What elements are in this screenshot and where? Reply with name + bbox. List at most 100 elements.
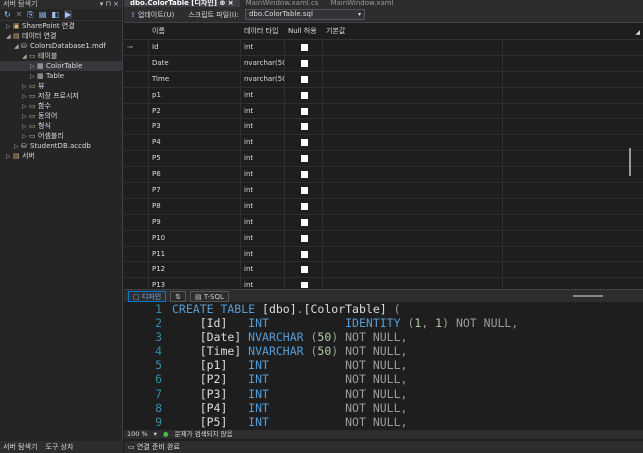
default-value-cell[interactable] <box>323 198 503 214</box>
column-name-cell[interactable]: P10 <box>149 230 241 246</box>
sharepoint-connect-icon[interactable]: ◧ <box>51 10 59 19</box>
allow-null-checkbox[interactable] <box>301 218 308 226</box>
table-row[interactable]: P6 int <box>124 167 643 184</box>
tab-toolbox[interactable]: 도구 상자 <box>45 441 73 453</box>
default-value-cell[interactable] <box>323 278 503 288</box>
default-value-cell[interactable] <box>323 40 503 55</box>
table-row[interactable]: P13 int <box>124 278 643 288</box>
tab-tsql[interactable]: ▤ T-SQL <box>190 290 229 302</box>
data-type-cell[interactable]: int <box>241 87 285 103</box>
table-row[interactable]: P12 int <box>124 262 643 279</box>
table-row[interactable]: P11 int <box>124 246 643 263</box>
table-row[interactable]: P8 int <box>124 198 643 215</box>
default-value-cell[interactable] <box>323 87 503 103</box>
tree-item[interactable]: ◢ ⛁ ColorsDatabase1.mdf <box>0 41 122 51</box>
collapse-arrow-icon[interactable]: ◢ <box>635 29 640 36</box>
default-value-cell[interactable] <box>323 71 503 87</box>
tree-item[interactable]: ◢ ▭ 테이블 <box>0 51 122 61</box>
data-type-cell[interactable]: int <box>241 151 285 167</box>
data-type-cell[interactable]: int <box>241 246 285 262</box>
table-row[interactable]: P3 int <box>124 119 643 136</box>
column-name-cell[interactable]: P11 <box>149 246 241 262</box>
default-value-cell[interactable] <box>323 262 503 278</box>
allow-null-checkbox[interactable] <box>301 107 308 115</box>
allow-null-checkbox[interactable] <box>301 202 308 210</box>
panel-window-controls[interactable]: ▾ ⊓ × <box>100 0 122 9</box>
tree-item[interactable]: ▷ ⛁ StudentDB.accdb <box>0 141 122 151</box>
allow-null-checkbox[interactable] <box>301 139 308 147</box>
data-type-cell[interactable]: int <box>241 167 285 183</box>
allow-null-checkbox[interactable] <box>301 75 308 83</box>
data-type-cell[interactable]: nvarchar(50) <box>241 71 285 87</box>
connect-server-icon[interactable]: ▤ <box>39 10 47 19</box>
table-row[interactable]: P7 int <box>124 183 643 199</box>
tree-item[interactable]: ▷ ▦ ColorTable <box>0 61 122 71</box>
column-name-cell[interactable]: P3 <box>149 119 241 135</box>
table-row[interactable]: P4 int <box>124 135 643 152</box>
grid-scrollbar[interactable] <box>629 148 631 176</box>
tab-server-explorer[interactable]: 서버 탐색기 <box>3 441 37 453</box>
allow-null-checkbox[interactable] <box>301 123 308 131</box>
default-value-cell[interactable] <box>323 183 503 198</box>
data-type-cell[interactable]: int <box>241 183 285 198</box>
default-value-cell[interactable] <box>323 119 503 135</box>
column-name-cell[interactable]: P5 <box>149 151 241 167</box>
data-type-cell[interactable]: int <box>241 40 285 55</box>
table-row[interactable]: P2 int <box>124 103 643 120</box>
document-tab[interactable]: dbo.ColorTable [디자인] ⊕ × <box>124 0 240 7</box>
tree-item[interactable]: ▷ ▦ Table <box>0 71 122 81</box>
column-name-cell[interactable]: Date <box>149 55 241 71</box>
column-name-cell[interactable]: P13 <box>149 278 241 288</box>
stop-icon[interactable]: ✕ <box>16 10 23 19</box>
data-type-cell[interactable]: nvarchar(50) <box>241 55 285 71</box>
allow-null-checkbox[interactable] <box>301 187 308 195</box>
tree-item[interactable]: ▷ ▭ 어셈블리 <box>0 131 122 141</box>
column-name-cell[interactable]: P4 <box>149 135 241 151</box>
column-name-cell[interactable]: P7 <box>149 183 241 198</box>
column-name-cell[interactable]: p1 <box>149 87 241 103</box>
data-type-cell[interactable]: int <box>241 198 285 214</box>
document-tab[interactable]: MainWindow.xaml.cs <box>240 0 325 7</box>
default-value-cell[interactable] <box>323 151 503 167</box>
table-row[interactable]: Date nvarchar(50) <box>124 55 643 72</box>
allow-null-checkbox[interactable] <box>301 155 308 163</box>
document-tab[interactable]: MainWindow.xaml <box>324 0 399 7</box>
default-value-cell[interactable] <box>323 230 503 246</box>
allow-null-checkbox[interactable] <box>301 282 308 288</box>
data-type-cell[interactable]: int <box>241 278 285 288</box>
tsql-editor[interactable]: 1 CREATE TABLE [dbo]. [ColorTable] (2 [Id]… <box>124 302 643 430</box>
allow-null-checkbox[interactable] <box>301 44 308 51</box>
default-value-cell[interactable] <box>323 167 503 183</box>
table-row[interactable]: P9 int <box>124 214 643 231</box>
tree-item[interactable]: ▷ ▭ 형식 <box>0 121 122 131</box>
chevron-down-icon[interactable]: ▾ <box>154 430 157 439</box>
default-value-cell[interactable] <box>323 246 503 262</box>
data-type-cell[interactable]: int <box>241 230 285 246</box>
update-button[interactable]: ⇧ 업데이트(U) <box>130 10 174 20</box>
tree-item[interactable]: ▷ ▭ 뷰 <box>0 81 122 91</box>
column-name-cell[interactable]: Id <box>149 40 241 55</box>
refresh-icon[interactable]: ↻ <box>4 10 11 19</box>
allow-null-checkbox[interactable] <box>301 171 308 179</box>
data-type-cell[interactable]: int <box>241 119 285 135</box>
tree-item[interactable]: ▷ ▤ 서버 <box>0 151 122 161</box>
allow-null-checkbox[interactable] <box>301 250 308 258</box>
column-name-cell[interactable]: P6 <box>149 167 241 183</box>
zoom-level[interactable]: 100 % <box>127 430 148 439</box>
table-row[interactable]: Time nvarchar(50) <box>124 71 643 88</box>
allow-null-checkbox[interactable] <box>301 234 308 242</box>
connect-database-icon[interactable]: ⎘ <box>27 10 33 20</box>
table-row[interactable]: P5 int <box>124 151 643 168</box>
column-name-cell[interactable]: P9 <box>149 214 241 230</box>
expand-arrow-icon[interactable]: ▷ <box>6 152 13 162</box>
default-value-cell[interactable] <box>323 135 503 151</box>
properties-icon[interactable]: ▶ <box>63 10 73 19</box>
tree-item[interactable]: ▷ ▭ 저장 프로시저 <box>0 91 122 101</box>
table-row[interactable]: p1 int <box>124 87 643 104</box>
column-name-cell[interactable]: P2 <box>149 103 241 119</box>
column-name-cell[interactable]: P12 <box>149 262 241 278</box>
data-type-cell[interactable]: int <box>241 214 285 230</box>
allow-null-checkbox[interactable] <box>301 91 308 99</box>
script-file-dropdown[interactable]: dbo.ColorTable.sql ▾ <box>244 9 365 20</box>
split-handle[interactable] <box>573 295 603 297</box>
